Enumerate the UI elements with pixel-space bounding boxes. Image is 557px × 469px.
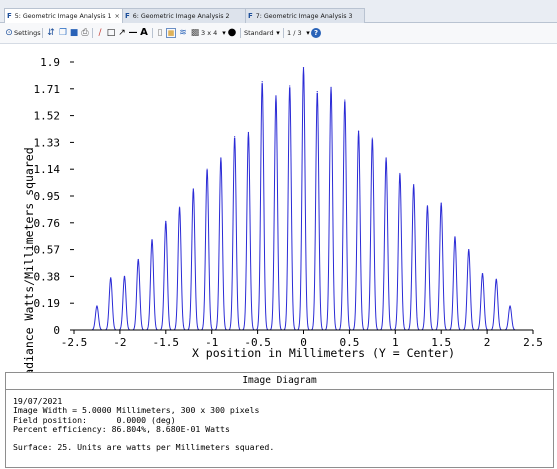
data-point bbox=[302, 67, 305, 69]
surface-text: Surface: 25. Units are watts per Millime… bbox=[13, 441, 275, 452]
data-point bbox=[509, 305, 511, 307]
data-point bbox=[206, 168, 208, 170]
chevron-down-icon[interactable]: ▾ bbox=[273, 28, 283, 38]
data-point bbox=[440, 202, 442, 204]
copy-icon[interactable]: ❐ bbox=[58, 28, 68, 38]
analysis-icon: F bbox=[125, 12, 130, 20]
data-point bbox=[165, 220, 167, 222]
line-icon[interactable]: ↗ bbox=[117, 28, 127, 38]
tab-label: 7: Geometric Image Analysis 3 bbox=[255, 13, 353, 20]
x-tick-label: 2 bbox=[484, 336, 491, 349]
separator bbox=[240, 28, 241, 38]
y-tick-label: 1.9 bbox=[40, 56, 60, 69]
settings-icon[interactable]: ⊙ bbox=[4, 28, 14, 38]
data-point bbox=[495, 278, 497, 280]
settings-button[interactable]: Settings bbox=[14, 27, 41, 39]
clock-icon[interactable]: ● bbox=[227, 28, 237, 38]
tab-geometric-image-analysis-1[interactable]: F 5: Geometric Image Analysis 1 × bbox=[4, 8, 124, 24]
panel-title: Image Diagram bbox=[6, 373, 553, 390]
separator bbox=[283, 28, 284, 38]
efficiency-text: Percent efficiency: 86.804%, 8.680E-01 W… bbox=[13, 424, 230, 435]
text-icon[interactable]: A bbox=[139, 28, 149, 38]
data-point bbox=[192, 188, 194, 190]
panel-info: 19/07/2021 Image Width = 5.0000 Millimete… bbox=[6, 390, 553, 452]
grid-icon[interactable]: ▩ bbox=[190, 28, 200, 38]
y-tick-label: 1.52 bbox=[34, 110, 61, 123]
data-point bbox=[399, 172, 401, 175]
data-point bbox=[220, 157, 222, 159]
x-tick-label: 2.5 bbox=[523, 336, 543, 349]
page-selector[interactable]: 1 / 3 bbox=[287, 27, 302, 39]
data-point bbox=[247, 131, 250, 134]
tab-geometric-image-analysis-2[interactable]: F 6: Geometric Image Analysis 2 bbox=[122, 8, 246, 23]
x-axis-label: X position in Millimeters (Y = Center) bbox=[192, 346, 455, 360]
data-point bbox=[261, 81, 263, 83]
data-point bbox=[371, 137, 373, 139]
analysis-icon: F bbox=[7, 12, 12, 20]
data-point bbox=[96, 305, 98, 307]
close-icon[interactable]: × bbox=[115, 13, 120, 20]
analysis-icon: F bbox=[248, 12, 253, 20]
help-icon[interactable]: ? bbox=[311, 28, 321, 38]
image-diagram-panel: Image Diagram 19/07/2021 Image Width = 5.… bbox=[5, 372, 554, 468]
irradiance-plot: 0 0.19 0.38 0.57 0.76 0.95 1.14 1.33 1.52 1.71 1.9… bbox=[0, 44, 557, 397]
data-point bbox=[468, 249, 470, 251]
layers-icon[interactable]: ≋ bbox=[178, 28, 188, 38]
x-tick-label: -2.5 bbox=[61, 336, 88, 349]
y-axis-label: Irradiance Watts/Millimeters squared bbox=[22, 147, 36, 397]
toolbar: ⊙ Settings ⇵ ❐ ■ ⎙ ∕ □ ↗ — A ▯ ▦ ≋ ▩ 3 x… bbox=[0, 23, 557, 44]
data-point bbox=[413, 184, 415, 186]
separator bbox=[42, 28, 43, 38]
data-point bbox=[385, 157, 387, 159]
x-tick-label: -1.5 bbox=[153, 336, 180, 349]
save-icon[interactable]: ■ bbox=[69, 28, 79, 38]
series-line bbox=[90, 67, 517, 331]
tab-label: 5: Geometric Image Analysis 1 bbox=[14, 13, 112, 20]
tab-bar: F 5: Geometric Image Analysis 1 × F 6: Geom… bbox=[0, 0, 557, 24]
y-tick-label: 0 bbox=[53, 324, 60, 337]
separator bbox=[92, 28, 93, 38]
y-tick-label: 1.71 bbox=[34, 83, 61, 96]
dash-icon[interactable]: — bbox=[128, 28, 138, 38]
data-point bbox=[178, 206, 181, 208]
standard-dropdown[interactable]: Standard bbox=[244, 27, 274, 39]
pencil-icon[interactable]: ∕ bbox=[95, 28, 105, 38]
data-point bbox=[289, 85, 291, 87]
lock-icon[interactable]: ▯ bbox=[155, 28, 165, 38]
refresh-icon[interactable]: ⇵ bbox=[46, 28, 56, 38]
rectangle-icon[interactable]: □ bbox=[106, 28, 116, 38]
data-point bbox=[316, 91, 318, 93]
data-point bbox=[275, 95, 277, 97]
data-point bbox=[234, 136, 236, 138]
chart-svg: 00.190.380.570.760.951.141.331.521.711.9… bbox=[34, 56, 543, 360]
data-point bbox=[110, 277, 112, 279]
data-point bbox=[151, 239, 153, 241]
separator bbox=[152, 28, 153, 38]
data-point bbox=[454, 236, 456, 238]
x-tick-label: -2 bbox=[113, 336, 126, 349]
data-point bbox=[344, 99, 346, 101]
tab-label: 6: Geometric Image Analysis 2 bbox=[132, 13, 230, 20]
data-point bbox=[123, 275, 126, 277]
data-point bbox=[481, 272, 484, 275]
print-icon[interactable]: ⎙ bbox=[80, 28, 90, 38]
tab-geometric-image-analysis-3[interactable]: F 7: Geometric Image Analysis 3 bbox=[245, 8, 365, 23]
data-point bbox=[357, 130, 360, 132]
table-icon[interactable]: ▦ bbox=[166, 28, 176, 38]
data-point bbox=[426, 205, 429, 207]
layout-selector[interactable]: 3 x 4 bbox=[201, 27, 217, 39]
data-point bbox=[330, 86, 332, 88]
data-point bbox=[137, 258, 139, 261]
